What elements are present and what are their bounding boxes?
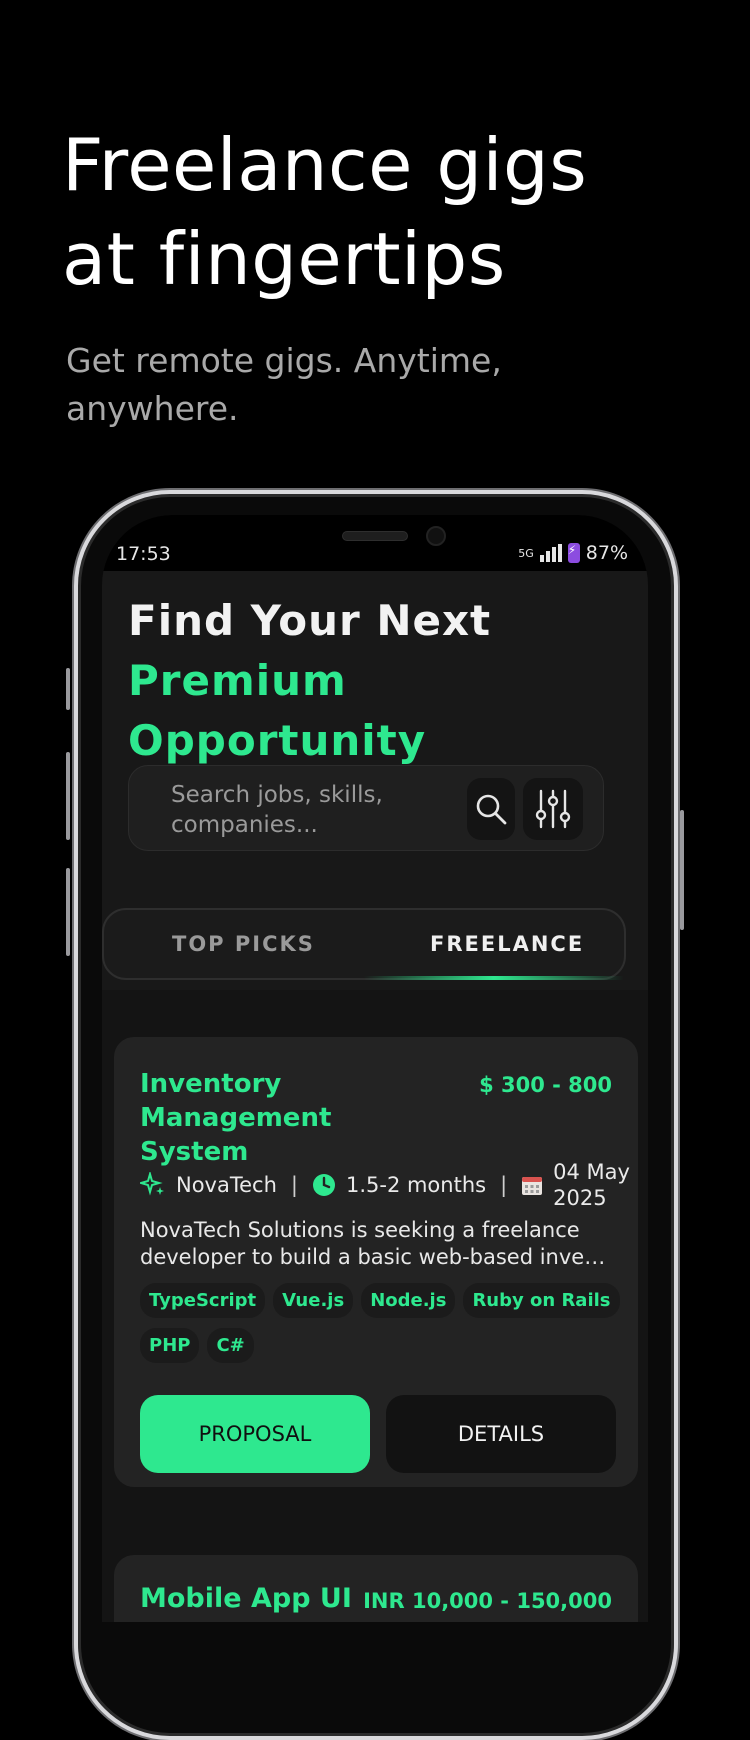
hero-subtitle-line: anywhere. [66,389,239,428]
search-icon [476,794,507,825]
search-bar: Search jobs, skills, companies... [128,765,604,851]
phone-power-button [680,810,684,930]
phone-screen: 17:53 5G 87% Find Your Next Premium Oppo… [102,515,648,1622]
hero-title: Freelance gigs at fingertips [62,118,702,306]
search-placeholder-line: Search jobs, skills, [171,782,383,808]
skill-tag: PHP [140,1328,200,1363]
clock-icon [312,1174,335,1196]
sliders-icon [535,789,571,829]
signal-icon [539,544,562,562]
job-title: Mobile App UI [140,1583,352,1614]
job-date: 04 May 2025 [553,1159,630,1211]
network-type: 5G [518,546,534,560]
screen-heading: Find Your Next Premium Opportunity [128,591,648,771]
calendar-icon [522,1177,543,1195]
job-card[interactable]: Inventory Management System $ 300 - 800 … [114,1037,638,1487]
battery-level: 87% [585,542,628,564]
hero-subtitle: Get remote gigs. Anytime, anywhere. [66,337,586,433]
active-tab-indicator [364,976,624,980]
job-date-line: 04 May [553,1160,630,1184]
job-date-line: 2025 [553,1186,607,1210]
meta-separator: | [500,1173,508,1197]
proposal-button[interactable]: PROPOSAL [140,1395,370,1473]
details-button[interactable]: DETAILS [386,1395,616,1473]
job-pay: INR 10,000 - 150,000 [363,1589,612,1613]
battery-icon [567,543,580,563]
job-pay: $ 300 - 800 [479,1073,612,1097]
category-tabs: TOP PICKS FREELANCE [102,908,626,980]
search-placeholder-line: companies... [171,812,318,838]
job-duration: 1.5-2 months [345,1173,487,1197]
job-title: Inventory Management System [140,1067,460,1169]
status-bar: 17:53 5G 87% [102,515,648,571]
job-title-line: Inventory Management [140,1069,332,1133]
hero-title-line: at fingertips [62,217,506,301]
job-company: NovaTech [176,1173,277,1197]
search-input[interactable]: Search jobs, skills, companies... [171,780,431,840]
sparkle-icon [140,1172,164,1196]
skill-tags: TypeScript Vue.js Node.js Ruby on Rails … [140,1283,620,1363]
status-time: 17:53 [116,543,171,565]
search-button[interactable] [467,778,515,840]
status-icons: 5G 87% [518,542,628,564]
front-camera [426,526,446,546]
skill-tag: TypeScript [140,1283,266,1318]
job-description-line: developer to build a basic web-based inv… [140,1245,610,1269]
skill-tag: Ruby on Rails [463,1283,620,1318]
phone-volume-up-button [66,752,70,840]
heading-highlight: Premium Opportunity [128,656,427,765]
tab-top-picks[interactable]: TOP PICKS [172,932,315,956]
hero-subtitle-line: Get remote gigs. Anytime, [66,341,502,380]
skill-tag: Vue.js [273,1283,354,1318]
hero-title-line: Freelance gigs [62,123,588,207]
job-meta: NovaTech | 1.5-2 months | 04 May 2025 [140,1159,630,1211]
skill-tag: Node.js [361,1283,456,1318]
meta-separator: | [290,1173,298,1197]
tab-freelance[interactable]: FREELANCE [430,932,584,956]
skill-tag: C# [207,1328,254,1363]
job-description-line: NovaTech Solutions is seeking a freelanc… [140,1218,580,1242]
phone-side-button [66,668,70,710]
job-card[interactable]: Mobile App UI INR 10,000 - 150,000 [114,1555,638,1622]
phone-speaker [342,531,408,541]
filter-button[interactable] [523,778,583,840]
phone-volume-down-button [66,868,70,956]
heading-line: Find Your Next [128,596,492,645]
job-description: NovaTech Solutions is seeking a freelanc… [140,1217,610,1271]
